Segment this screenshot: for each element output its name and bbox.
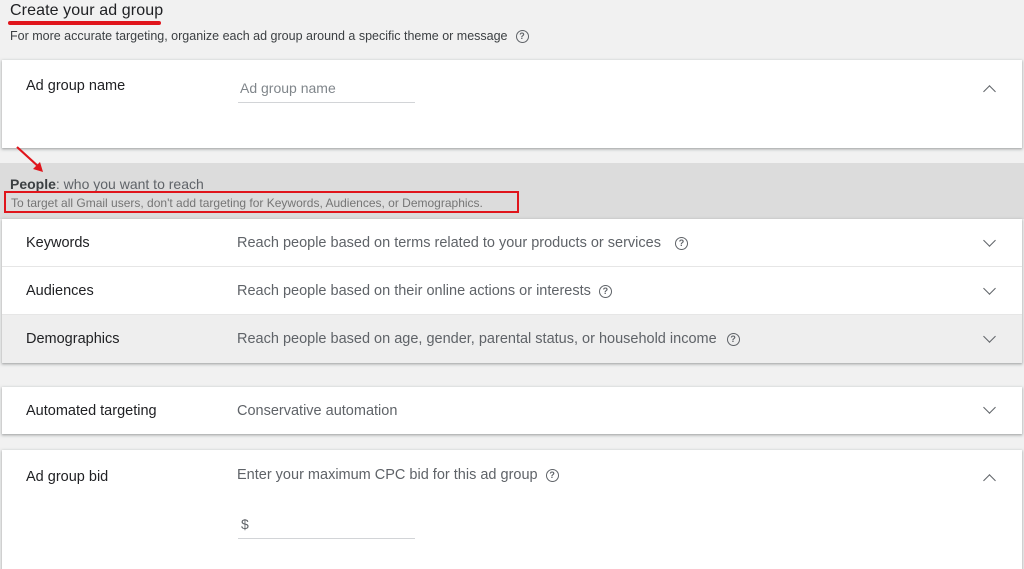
chevron-down-icon[interactable] xyxy=(983,282,996,295)
annotation-arrow-icon xyxy=(16,146,43,172)
page-title: Create your ad group xyxy=(10,2,164,19)
bid-amount-input[interactable] xyxy=(248,510,415,538)
audiences-label: Audiences xyxy=(26,283,94,299)
automated-targeting-value: Conservative automation xyxy=(237,403,398,419)
people-title: People: who you want to reach xyxy=(10,176,204,192)
ad-group-bid-description-text: Enter your maximum CPC bid for this ad g… xyxy=(237,467,538,483)
audiences-description: Reach people based on their online actio… xyxy=(237,283,612,299)
help-circle-icon[interactable]: ? xyxy=(726,332,740,346)
help-circle-icon[interactable]: ? xyxy=(515,30,529,44)
targeting-card: Keywords Reach people based on terms rel… xyxy=(2,219,1022,363)
demographics-description: Reach people based on age, gender, paren… xyxy=(237,331,740,347)
ad-group-name-card: Ad group name xyxy=(2,60,1022,148)
ad-group-bid-description: Enter your maximum CPC bid for this ad g… xyxy=(237,467,559,483)
help-circle-icon[interactable]: ? xyxy=(545,468,559,482)
targeting-row-audiences[interactable]: Audiences Reach people based on their on… xyxy=(2,267,1022,315)
targeting-row-demographics[interactable]: Demographics Reach people based on age, … xyxy=(2,315,1022,363)
keywords-description: Reach people based on terms related to y… xyxy=(237,235,688,251)
page-subtitle-text: For more accurate targeting, organize ea… xyxy=(10,29,508,43)
demographics-label: Demographics xyxy=(26,331,120,347)
chevron-down-icon[interactable] xyxy=(983,234,996,247)
page-header: Create your ad group For more accurate t… xyxy=(0,0,1024,60)
chevron-up-icon[interactable] xyxy=(983,474,996,487)
ad-group-bid-label: Ad group bid xyxy=(26,469,109,485)
people-title-rest: : who you want to reach xyxy=(55,176,204,192)
ad-group-name-field-wrap xyxy=(238,74,415,103)
automated-targeting-label: Automated targeting xyxy=(26,403,157,419)
keywords-description-text: Reach people based on terms related to y… xyxy=(237,235,661,251)
help-circle-icon[interactable]: ? xyxy=(598,284,612,298)
chevron-down-icon[interactable] xyxy=(983,330,996,343)
title-annotation-underline xyxy=(8,21,161,25)
automated-targeting-card[interactable]: Automated targeting Conservative automat… xyxy=(2,387,1022,434)
demographics-description-text: Reach people based on age, gender, paren… xyxy=(237,331,717,347)
ad-group-name-input[interactable] xyxy=(238,74,415,102)
people-title-bold: People xyxy=(10,176,56,192)
ad-group-name-label: Ad group name xyxy=(26,78,126,94)
bid-field-wrap: $ xyxy=(238,510,415,539)
chevron-down-icon[interactable] xyxy=(983,401,996,414)
help-circle-icon[interactable]: ? xyxy=(674,236,688,250)
page-subtitle: For more accurate targeting, organize ea… xyxy=(10,29,529,44)
audiences-description-text: Reach people based on their online actio… xyxy=(237,283,591,299)
targeting-row-keywords[interactable]: Keywords Reach people based on terms rel… xyxy=(2,219,1022,267)
people-note-annotated: To target all Gmail users, don't add tar… xyxy=(4,191,519,213)
ad-group-bid-card: Ad group bid Enter your maximum CPC bid … xyxy=(2,450,1022,569)
keywords-label: Keywords xyxy=(26,235,90,251)
currency-symbol: $ xyxy=(241,516,249,532)
chevron-up-icon[interactable] xyxy=(983,85,996,98)
people-section-header: People: who you want to reach To target … xyxy=(0,163,1024,219)
